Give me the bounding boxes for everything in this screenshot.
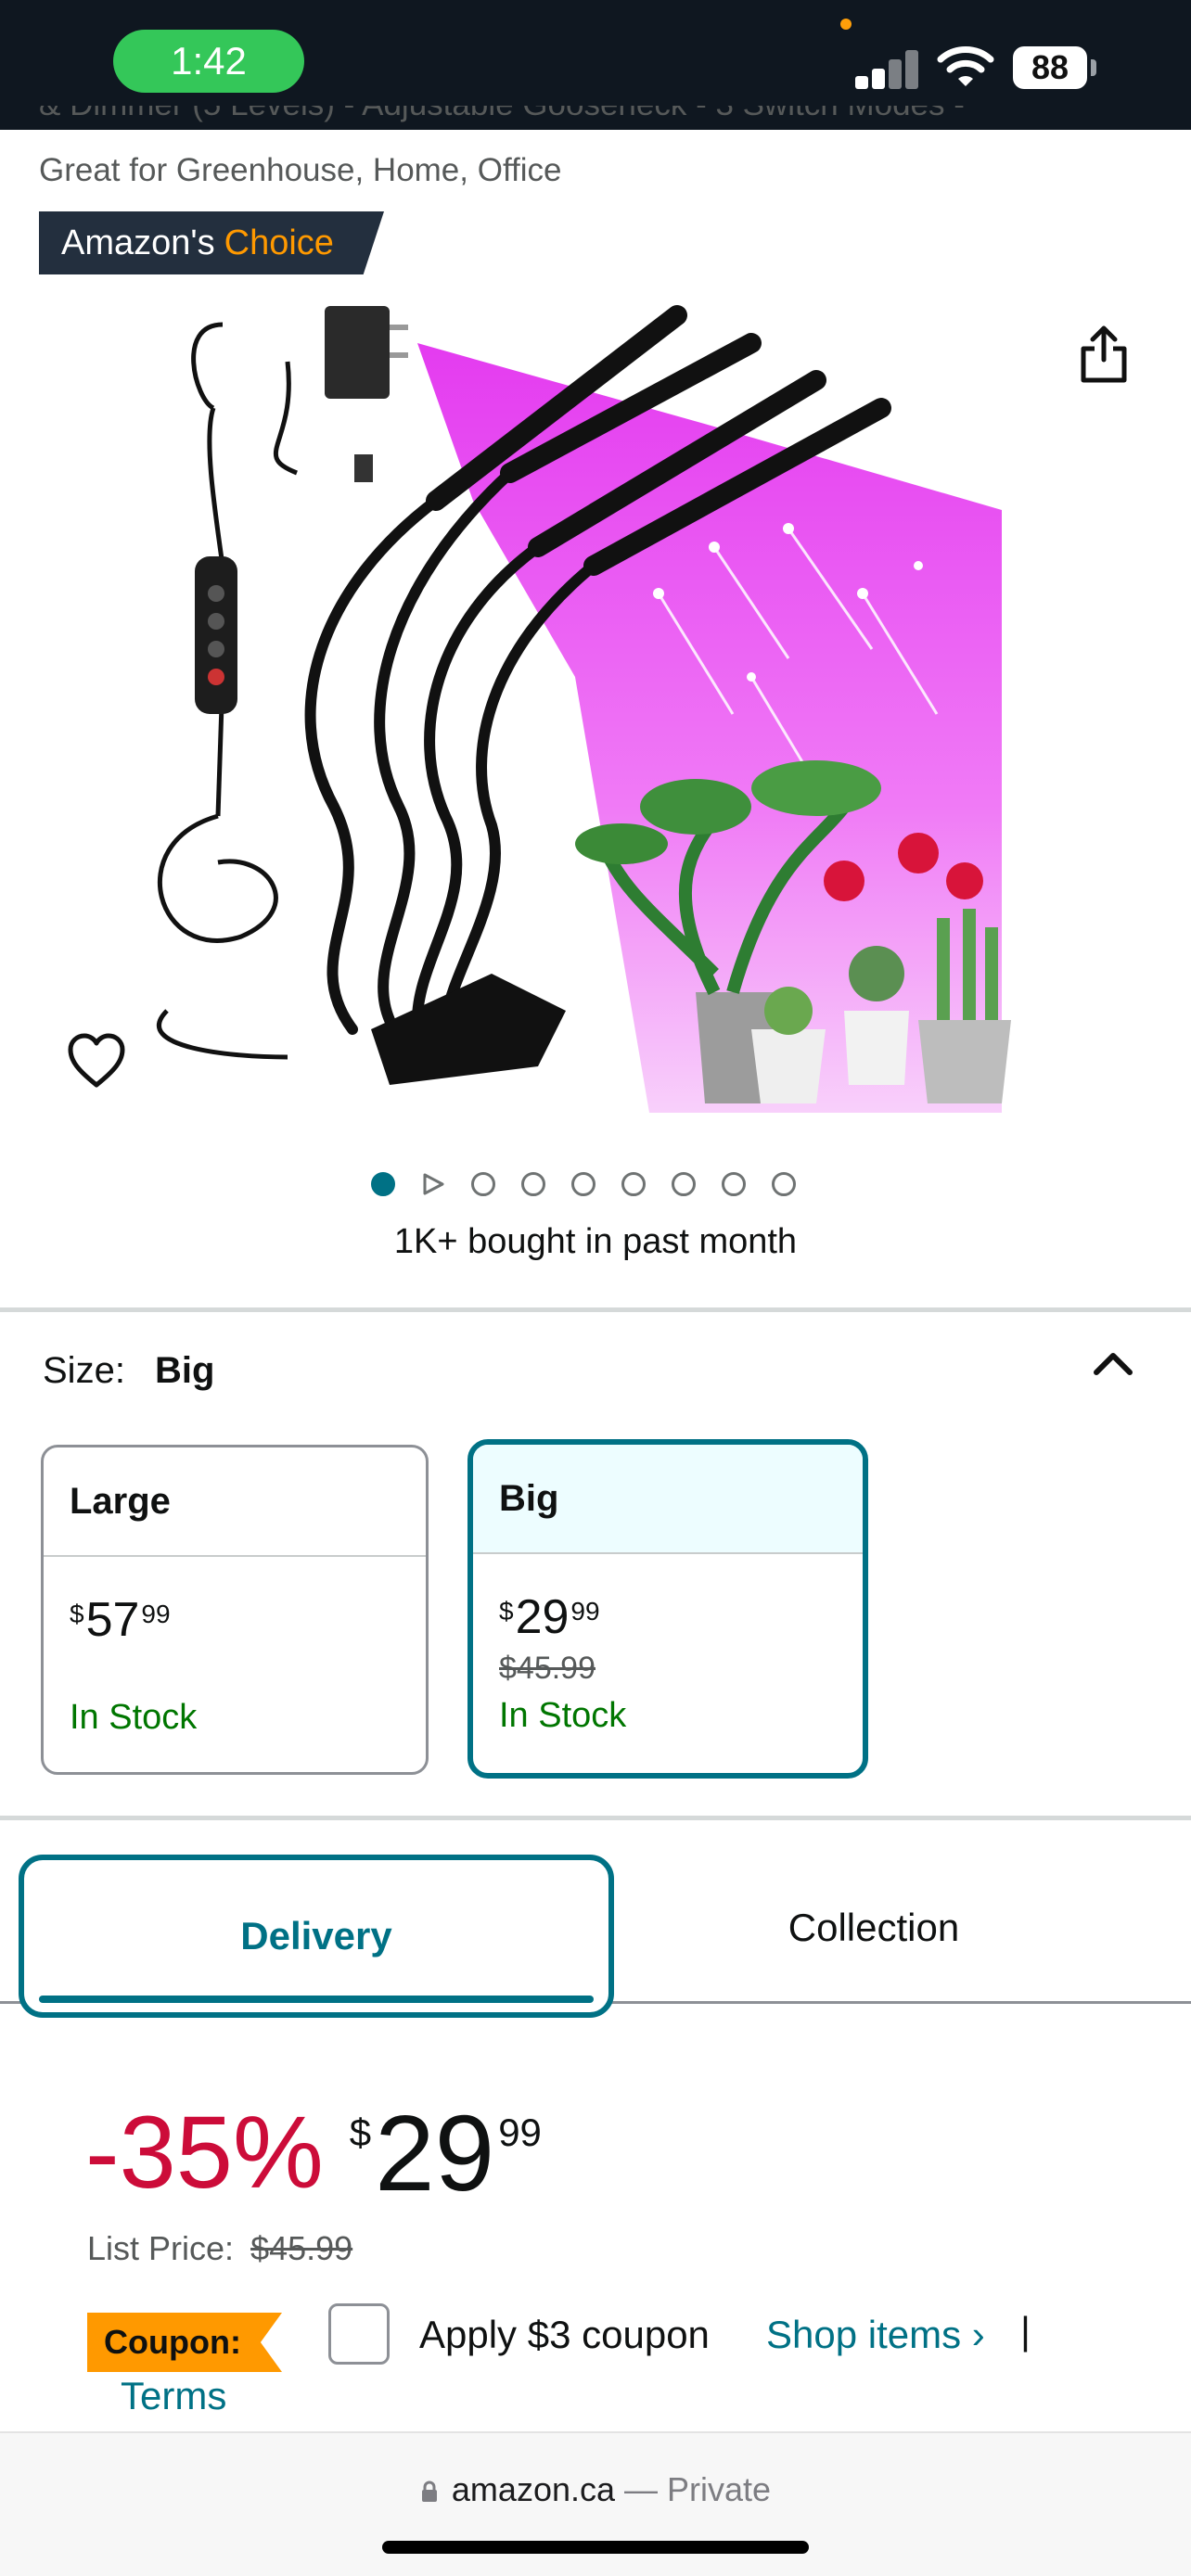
coupon-terms-link[interactable]: Terms (121, 2374, 226, 2418)
size-option-large[interactable]: Large $ 57 99 In Stock (41, 1445, 429, 1775)
size-option-name: Large (44, 1447, 426, 1557)
price-fraction: 99 (570, 1597, 600, 1626)
tab-collection-label: Collection (788, 1906, 960, 1949)
battery-indicator: 88 (1013, 46, 1087, 89)
stock-status: In Stock (499, 1696, 627, 1735)
browser-bar: amazon.ca — Private (0, 2431, 1191, 2576)
share-icon[interactable] (1076, 323, 1132, 384)
section-divider (0, 1307, 1191, 1312)
wifi-icon (937, 46, 994, 86)
bought-count: 1K+ bought in past month (393, 1222, 798, 1261)
deal-price-fraction: 99 (498, 2111, 542, 2154)
video-play-icon[interactable] (421, 1172, 445, 1196)
coupon-checkbox[interactable] (328, 2303, 390, 2365)
size-option-name: Big (473, 1445, 863, 1554)
gallery-dot-active[interactable] (371, 1172, 395, 1196)
home-indicator[interactable] (382, 2541, 809, 2554)
private-mode-label: — Private (624, 2470, 772, 2508)
size-selector-header[interactable]: Size: Big (43, 1350, 214, 1392)
image-gallery-pager[interactable] (371, 1170, 796, 1198)
product-title-partial: & Dimmer (5 Levels) - Adjustable Goosene… (39, 106, 1152, 130)
lock-icon (421, 2480, 437, 2502)
size-option-list-price: $45.99 (499, 1651, 596, 1686)
tab-collection[interactable]: Collection (649, 1855, 1098, 2001)
size-option-price: $ 57 99 (70, 1594, 426, 1646)
discount-percent: -35% (85, 2096, 324, 2210)
size-option-price: $ 29 99 (499, 1591, 863, 1643)
shop-items-link[interactable]: Shop items › (766, 2313, 985, 2357)
stock-status: In Stock (70, 1698, 198, 1737)
cellular-signal-icon (855, 48, 920, 89)
gallery-dot[interactable] (621, 1172, 646, 1196)
deal-currency: $ (349, 2111, 372, 2154)
link-separator: | (1020, 2309, 1031, 2353)
size-option-big[interactable]: Big $ 29 99 $45.99 In Stock (467, 1439, 868, 1779)
list-price: List Price: $45.99 (87, 2229, 352, 2268)
chevron-up-icon[interactable] (1087, 1345, 1139, 1382)
gallery-dot[interactable] (722, 1172, 746, 1196)
price-currency: $ (499, 1597, 514, 1626)
product-title: Great for Greenhouse, Home, Office (39, 152, 562, 188)
status-time: 1:42 (113, 30, 304, 93)
price-whole: 57 (85, 1593, 140, 1647)
gallery-dot[interactable] (471, 1172, 495, 1196)
tab-active-indicator (39, 1996, 594, 2003)
privacy-indicator-dot (840, 19, 852, 30)
gallery-dot[interactable] (521, 1172, 545, 1196)
price-fraction: 99 (141, 1600, 171, 1628)
size-label: Size: (43, 1350, 125, 1391)
apply-coupon-label[interactable]: Apply $3 coupon (419, 2313, 710, 2357)
gallery-dot[interactable] (672, 1172, 696, 1196)
fulfilment-tabs: Delivery Collection (0, 1855, 1191, 2018)
section-divider (0, 1816, 1191, 1820)
heart-icon[interactable] (67, 1033, 126, 1089)
battery-cap (1091, 59, 1096, 76)
deal-price: -35% $ 29 99 (85, 2093, 542, 2213)
tab-delivery-label: Delivery (240, 1914, 392, 1958)
gallery-dot[interactable] (772, 1172, 796, 1196)
amazons-choice-badge[interactable]: Amazon's Choice (39, 211, 384, 274)
size-selected-value: Big (154, 1350, 215, 1391)
coupon-badge: Coupon: (87, 2313, 282, 2372)
url-domain: amazon.ca (451, 2470, 616, 2508)
badge-prefix: Amazon's (61, 223, 215, 262)
address-bar[interactable]: amazon.ca — Private (0, 2470, 1191, 2509)
list-price-label: List Price: (87, 2229, 235, 2267)
badge-accent: Choice (224, 223, 334, 262)
price-currency: $ (70, 1600, 84, 1628)
gallery-dot[interactable] (571, 1172, 596, 1196)
deal-price-whole: 29 (375, 2093, 495, 2213)
product-image-grow-light[interactable] (139, 287, 1011, 1113)
list-price-value: $45.99 (250, 2229, 353, 2267)
price-whole: 29 (515, 1590, 570, 1644)
tab-delivery[interactable]: Delivery (19, 1855, 614, 2018)
